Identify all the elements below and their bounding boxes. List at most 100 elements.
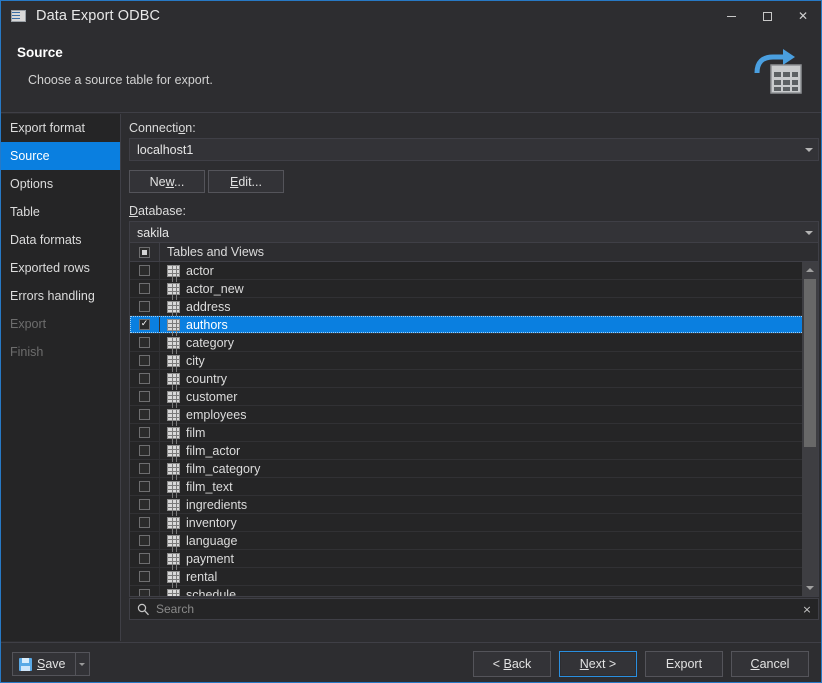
table-row[interactable]: ingredients bbox=[130, 496, 818, 514]
table-row-checkbox[interactable] bbox=[130, 370, 160, 387]
connection-value: localhost1 bbox=[137, 142, 194, 157]
table-row[interactable]: country bbox=[130, 370, 818, 388]
window-controls: ✕ bbox=[713, 1, 821, 31]
table-row[interactable]: inventory bbox=[130, 514, 818, 532]
page-header: Source Choose a source table for export. bbox=[1, 31, 821, 113]
table-row-checkbox[interactable] bbox=[130, 460, 160, 477]
table-row[interactable]: rental bbox=[130, 568, 818, 586]
table-row-name: film bbox=[186, 425, 206, 440]
close-button[interactable]: ✕ bbox=[785, 1, 821, 31]
edit-connection-button[interactable]: Edit... bbox=[208, 170, 284, 193]
table-row-checkbox[interactable] bbox=[130, 280, 160, 297]
export-button[interactable]: Export bbox=[645, 651, 723, 677]
table-row[interactable]: schedule bbox=[130, 586, 818, 596]
sidebar-item-exported-rows[interactable]: Exported rows bbox=[1, 254, 120, 282]
sidebar-item-data-formats[interactable]: Data formats bbox=[1, 226, 120, 254]
table-icon bbox=[160, 514, 186, 531]
table-row[interactable]: category bbox=[130, 334, 818, 352]
chevron-down-icon bbox=[800, 222, 818, 243]
database-combo[interactable]: sakila bbox=[129, 221, 819, 244]
select-all-checkbox[interactable] bbox=[130, 243, 160, 261]
title-bar[interactable]: Data Export ODBC ✕ bbox=[1, 1, 821, 31]
footer-bar: Save < Back Next > Export Cancel bbox=[1, 642, 821, 682]
table-row-checkbox[interactable] bbox=[130, 442, 160, 459]
save-button[interactable]: Save bbox=[12, 652, 75, 676]
table-row[interactable]: city bbox=[130, 352, 818, 370]
table-row[interactable]: address bbox=[130, 298, 818, 316]
search-input[interactable]: Search bbox=[156, 602, 796, 616]
wizard-buttons: < Back Next > Export Cancel bbox=[473, 651, 809, 677]
wizard-steps-sidebar: Export format Source Options Table Data form… bbox=[1, 114, 121, 641]
table-row[interactable]: payment bbox=[130, 550, 818, 568]
table-icon bbox=[160, 478, 186, 495]
sidebar-item-export-format[interactable]: Export format bbox=[1, 114, 120, 142]
back-button[interactable]: < Back bbox=[473, 651, 551, 677]
table-row[interactable]: customer bbox=[130, 388, 818, 406]
table-icon bbox=[160, 370, 186, 387]
scrollbar-thumb[interactable] bbox=[804, 279, 816, 447]
save-button-label: Save bbox=[37, 657, 66, 671]
scroll-up-icon[interactable] bbox=[802, 262, 818, 278]
table-row-checkbox[interactable] bbox=[130, 406, 160, 423]
table-row[interactable]: film bbox=[130, 424, 818, 442]
main-panel: Connection: localhost1 New... Edit... Da… bbox=[122, 114, 821, 641]
table-icon bbox=[160, 568, 186, 585]
next-button[interactable]: Next > bbox=[559, 651, 637, 677]
sidebar-item-finish: Finish bbox=[1, 338, 120, 366]
save-button-group: Save bbox=[12, 652, 90, 676]
connection-combo[interactable]: localhost1 bbox=[129, 138, 819, 161]
clear-search-icon[interactable]: × bbox=[796, 603, 818, 616]
sidebar-item-label: Exported rows bbox=[10, 261, 90, 275]
table-row-checkbox[interactable] bbox=[130, 352, 160, 369]
table-row-checkbox[interactable] bbox=[130, 388, 160, 405]
table-row[interactable]: ✓ authors bbox=[130, 316, 818, 334]
table-icon bbox=[160, 352, 186, 369]
table-row[interactable]: film_text bbox=[130, 478, 818, 496]
connection-label: Connection: bbox=[129, 121, 196, 135]
table-row-checkbox[interactable] bbox=[130, 514, 160, 531]
search-bar[interactable]: Search × bbox=[129, 598, 819, 620]
sidebar-item-source[interactable]: Source bbox=[1, 142, 120, 170]
tables-scrollbar[interactable] bbox=[802, 262, 818, 596]
scroll-down-icon[interactable] bbox=[802, 580, 818, 596]
table-row-checkbox[interactable] bbox=[130, 496, 160, 513]
button-label: Cancel bbox=[750, 657, 790, 671]
save-dropdown-button[interactable] bbox=[74, 652, 90, 676]
sidebar-item-table[interactable]: Table bbox=[1, 198, 120, 226]
table-row-checkbox[interactable] bbox=[130, 334, 160, 351]
button-label: Next > bbox=[579, 657, 617, 671]
table-icon bbox=[160, 262, 186, 279]
table-row-checkbox[interactable] bbox=[130, 478, 160, 495]
table-row-name: film_category bbox=[186, 461, 261, 476]
table-row[interactable]: film_category bbox=[130, 460, 818, 478]
new-connection-button[interactable]: New... bbox=[129, 170, 205, 193]
sidebar-item-label: Options bbox=[10, 177, 54, 191]
cancel-button[interactable]: Cancel bbox=[731, 651, 809, 677]
sidebar-item-options[interactable]: Options bbox=[1, 170, 120, 198]
sidebar-item-label: Table bbox=[10, 205, 40, 219]
sidebar-item-label: Export format bbox=[10, 121, 86, 135]
table-row-checkbox[interactable] bbox=[130, 424, 160, 441]
sidebar-item-errors-handling[interactable]: Errors handling bbox=[1, 282, 120, 310]
table-row[interactable]: language bbox=[130, 532, 818, 550]
minimize-button[interactable] bbox=[713, 1, 749, 31]
table-row-checkbox[interactable] bbox=[130, 550, 160, 567]
table-row-name: authors bbox=[186, 317, 228, 332]
table-row[interactable]: film_actor bbox=[130, 442, 818, 460]
table-row-checkbox[interactable] bbox=[130, 532, 160, 549]
table-row-checkbox[interactable] bbox=[130, 586, 160, 596]
tables-column-header: Tables and Views bbox=[167, 245, 265, 259]
table-row-name: ingredients bbox=[186, 497, 248, 512]
table-row-checkbox[interactable] bbox=[130, 262, 160, 279]
tables-list[interactable]: Tables and Views actor actor_new address ✓ a… bbox=[129, 242, 819, 597]
table-row[interactable]: actor bbox=[130, 262, 818, 280]
table-row[interactable]: employees bbox=[130, 406, 818, 424]
maximize-button[interactable] bbox=[749, 1, 785, 31]
app-grid-icon bbox=[11, 9, 27, 23]
chevron-down-icon bbox=[800, 139, 818, 160]
table-row-checkbox[interactable] bbox=[130, 568, 160, 585]
table-row-checkbox[interactable]: ✓ bbox=[130, 316, 160, 333]
table-row-checkbox[interactable] bbox=[130, 298, 160, 315]
table-icon bbox=[160, 406, 186, 423]
table-row[interactable]: actor_new bbox=[130, 280, 818, 298]
